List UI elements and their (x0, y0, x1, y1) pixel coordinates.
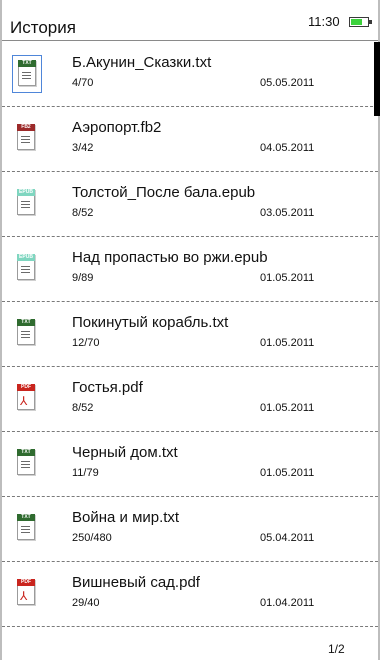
txt-file-icon: TXT (12, 510, 42, 548)
header-bar: История 11:30 (2, 0, 378, 41)
file-name: Покинутый корабль.txt (72, 314, 229, 331)
file-name: Толстой_После бала.epub (72, 184, 256, 201)
file-name: Аэропорт.fb2 (72, 119, 162, 136)
epub-file-icon: EPUB (12, 250, 42, 288)
history-screen: История 11:30 TXT Б.Акунин_Сказки.txt 4/70… (0, 0, 380, 660)
reading-progress: 11/79 (72, 467, 99, 479)
scrollbar[interactable] (374, 42, 380, 116)
list-item[interactable]: PDF ⅄ Вишневый сад.pdf 29/40 01.04.2011 (2, 562, 378, 627)
last-opened-date: 01.05.2011 (260, 272, 315, 284)
txt-file-icon: TXT (12, 315, 42, 353)
footer: 1/2 (2, 632, 378, 660)
page-indicator: 1/2 (328, 642, 345, 656)
list-item[interactable]: PDF ⅄ Гостья.pdf 8/52 01.05.2011 (2, 367, 378, 432)
list-item[interactable]: TXT Черный дом.txt 11/79 01.05.2011 (2, 432, 378, 497)
fb2-file-icon: FB2 (12, 120, 42, 158)
reading-progress: 29/40 (72, 597, 100, 609)
last-opened-date: 03.05.2011 (260, 207, 315, 219)
file-name: Черный дом.txt (72, 444, 178, 461)
list-item[interactable]: TXT Б.Акунин_Сказки.txt 4/70 05.05.2011 (2, 42, 378, 107)
last-opened-date: 05.05.2011 (260, 77, 315, 89)
list-item[interactable]: TXT Война и мир.txt 250/480 05.04.2011 (2, 497, 378, 562)
battery-level (351, 19, 363, 25)
reading-progress: 4/70 (72, 77, 94, 89)
reading-progress: 8/52 (72, 402, 94, 414)
pdf-file-icon: PDF ⅄ (12, 575, 42, 613)
reading-progress: 3/42 (72, 142, 94, 154)
file-name: Война и мир.txt (72, 509, 180, 526)
last-opened-date: 04.05.2011 (260, 142, 315, 154)
battery-icon (349, 17, 372, 27)
last-opened-date: 05.04.2011 (260, 532, 315, 544)
last-opened-date: 01.04.2011 (260, 597, 315, 609)
file-name: Гостья.pdf (72, 379, 143, 396)
reading-progress: 250/480 (72, 532, 112, 544)
file-name: Над пропастью во ржи.epub (72, 249, 268, 266)
reading-progress: 8/52 (72, 207, 94, 219)
txt-file-icon: TXT (12, 445, 42, 483)
epub-file-icon: EPUB (12, 185, 42, 223)
pdf-file-icon: PDF ⅄ (12, 380, 42, 418)
file-name: Б.Акунин_Сказки.txt (72, 54, 212, 71)
reading-progress: 12/70 (72, 337, 100, 349)
txt-file-icon: TXT (12, 55, 42, 93)
file-list[interactable]: TXT Б.Акунин_Сказки.txt 4/70 05.05.2011 FB2 А… (2, 42, 378, 632)
file-name: Вишневый сад.pdf (72, 574, 200, 591)
last-opened-date: 01.05.2011 (260, 337, 315, 349)
reading-progress: 9/89 (72, 272, 94, 284)
list-item[interactable]: TXT Покинутый корабль.txt 12/70 01.05.2011 (2, 302, 378, 367)
clock: 11:30 (308, 14, 340, 29)
last-opened-date: 01.05.2011 (260, 402, 315, 414)
list-item[interactable]: FB2 Аэропорт.fb2 3/42 04.05.2011 (2, 107, 378, 172)
list-item[interactable]: EPUB Толстой_После бала.epub 8/52 03.05.201… (2, 172, 378, 237)
last-opened-date: 01.05.2011 (260, 467, 315, 479)
page-title: История (10, 18, 76, 37)
list-item[interactable]: EPUB Над пропастью во ржи.epub 9/89 01.05.2… (2, 237, 378, 302)
